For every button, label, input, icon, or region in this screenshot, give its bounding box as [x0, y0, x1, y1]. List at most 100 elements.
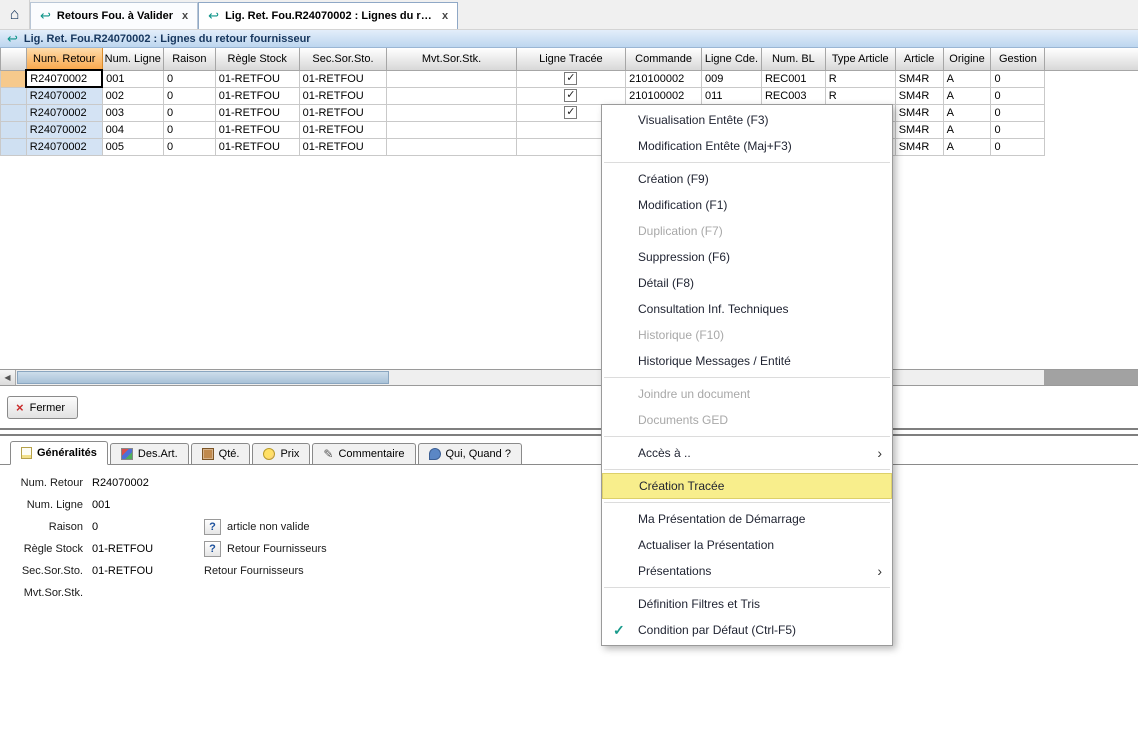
menu-item-historique-messages-entite[interactable]: Historique Messages / Entité: [602, 348, 892, 374]
row-selector[interactable]: [1, 121, 27, 138]
menu-item-historique-f10[interactable]: Historique (F10): [602, 322, 892, 348]
menu-item-actualiser-la-presentation[interactable]: Actualiser la Présentation: [602, 532, 892, 558]
menu-item-presentations[interactable]: Présentations›: [602, 558, 892, 584]
cell[interactable]: 0: [163, 104, 215, 121]
detail-tab-qui-quand[interactable]: Qui, Quand ?: [418, 443, 522, 464]
cell[interactable]: 0: [991, 87, 1045, 104]
column-header-raison[interactable]: Raison: [163, 48, 215, 70]
row-selector[interactable]: [1, 87, 27, 104]
scroll-left-button[interactable]: ◀: [0, 370, 16, 385]
cell[interactable]: 01-RETFOU: [299, 138, 387, 155]
tab-close-icon[interactable]: x: [182, 10, 188, 22]
scrollbar-thumb[interactable]: [17, 371, 389, 384]
cell[interactable]: A: [943, 138, 991, 155]
cell[interactable]: R24070002: [26, 138, 102, 155]
menu-item-consultation-inf-techniques[interactable]: Consultation Inf. Techniques: [602, 296, 892, 322]
cell[interactable]: A: [943, 121, 991, 138]
cell[interactable]: SM4R: [895, 70, 943, 87]
cell[interactable]: SM4R: [895, 104, 943, 121]
detail-tab-qte[interactable]: Qté.: [191, 443, 251, 464]
cell[interactable]: 0: [163, 121, 215, 138]
column-header-type-article[interactable]: Type Article: [825, 48, 895, 70]
panel-splitter[interactable]: [0, 428, 1138, 438]
menu-item-definition-filtres-et-tris[interactable]: Définition Filtres et Tris: [602, 591, 892, 617]
cell[interactable]: 005: [102, 138, 163, 155]
column-header-origine[interactable]: Origine: [943, 48, 991, 70]
cell[interactable]: 210100002: [626, 70, 702, 87]
cell[interactable]: R24070002: [26, 104, 102, 121]
menu-item-acces-a[interactable]: Accès à ..›: [602, 440, 892, 466]
cell[interactable]: [387, 138, 516, 155]
column-header-sec-sor-sto[interactable]: Sec.Sor.Sto.: [299, 48, 387, 70]
menu-item-ma-presentation-de-demarrage[interactable]: Ma Présentation de Démarrage: [602, 506, 892, 532]
tab-lig-ret-fou-r24070002-lignes-du-reto[interactable]: ↩Lig. Ret. Fou.R24070002 : Lignes du ret…: [198, 2, 458, 29]
cell[interactable]: SM4R: [895, 121, 943, 138]
menu-item-modification-entete-maj-f3[interactable]: Modification Entête (Maj+F3): [602, 133, 892, 159]
cell[interactable]: R: [825, 70, 895, 87]
cell-ligne-tracee[interactable]: ✓: [516, 70, 626, 87]
cell-ligne-tracee[interactable]: ✓: [516, 87, 626, 104]
tab-retours-fou-a-valider[interactable]: ↩Retours Fou. à Validerx: [30, 2, 198, 29]
help-button[interactable]: ?: [204, 541, 221, 557]
cell[interactable]: 01-RETFOU: [215, 138, 299, 155]
column-header-mvt-sor-stk[interactable]: Mvt.Sor.Stk.: [387, 48, 516, 70]
column-header-commande[interactable]: Commande: [626, 48, 702, 70]
cell[interactable]: A: [943, 104, 991, 121]
cell[interactable]: 0: [991, 70, 1045, 87]
cell[interactable]: REC001: [761, 70, 825, 87]
tracee-checkbox[interactable]: ✓: [564, 106, 577, 119]
menu-item-suppression-f6[interactable]: Suppression (F6): [602, 244, 892, 270]
menu-item-joindre-un-document[interactable]: Joindre un document: [602, 381, 892, 407]
menu-item-visualisation-entete-f3[interactable]: Visualisation Entête (F3): [602, 107, 892, 133]
tracee-checkbox[interactable]: ✓: [564, 89, 577, 102]
column-header-regle-stock[interactable]: Règle Stock: [215, 48, 299, 70]
cell[interactable]: 01-RETFOU: [215, 87, 299, 104]
cell[interactable]: 01-RETFOU: [215, 121, 299, 138]
cell[interactable]: R24070002: [26, 87, 102, 104]
cell[interactable]: 001: [102, 70, 163, 87]
cell[interactable]: R24070002: [26, 121, 102, 138]
horizontal-scrollbar[interactable]: ◀: [0, 369, 1138, 386]
cell[interactable]: 01-RETFOU: [299, 87, 387, 104]
column-header-gestion[interactable]: Gestion: [991, 48, 1045, 70]
cell[interactable]: SM4R: [895, 138, 943, 155]
cell[interactable]: [387, 104, 516, 121]
column-header-ligne-tracee[interactable]: Ligne Tracée: [516, 48, 626, 70]
cell[interactable]: A: [943, 87, 991, 104]
cell[interactable]: 0: [163, 87, 215, 104]
help-button[interactable]: ?: [204, 519, 221, 535]
menu-item-duplication-f7[interactable]: Duplication (F7): [602, 218, 892, 244]
select-all-corner[interactable]: [1, 48, 27, 70]
cell[interactable]: 0: [163, 70, 215, 87]
cell[interactable]: 01-RETFOU: [299, 121, 387, 138]
column-header-ligne-cde[interactable]: Ligne Cde.: [702, 48, 762, 70]
cell[interactable]: 0: [991, 138, 1045, 155]
cell[interactable]: 011: [702, 87, 762, 104]
cell[interactable]: 0: [991, 104, 1045, 121]
cell[interactable]: 002: [102, 87, 163, 104]
cell[interactable]: 210100002: [626, 87, 702, 104]
cell[interactable]: 003: [102, 104, 163, 121]
detail-tab-prix[interactable]: Prix: [252, 443, 310, 464]
cell[interactable]: 0: [991, 121, 1045, 138]
column-header-num-bl[interactable]: Num. BL: [761, 48, 825, 70]
cell[interactable]: 01-RETFOU: [299, 70, 387, 87]
cell[interactable]: 009: [702, 70, 762, 87]
home-tab[interactable]: ⌂: [0, 0, 30, 29]
cell[interactable]: A: [943, 70, 991, 87]
menu-item-modification-f1[interactable]: Modification (F1): [602, 192, 892, 218]
column-header-num-retour[interactable]: Num. Retour: [26, 48, 102, 70]
cell[interactable]: SM4R: [895, 87, 943, 104]
tracee-checkbox[interactable]: ✓: [564, 72, 577, 85]
cell[interactable]: [387, 121, 516, 138]
fermer-button[interactable]: × Fermer: [7, 396, 78, 419]
cell[interactable]: R: [825, 87, 895, 104]
row-selector[interactable]: [1, 70, 27, 87]
menu-item-documents-ged[interactable]: Documents GED: [602, 407, 892, 433]
menu-item-detail-f8[interactable]: Détail (F8): [602, 270, 892, 296]
column-header-num-ligne[interactable]: Num. Ligne: [102, 48, 163, 70]
cell[interactable]: 01-RETFOU: [299, 104, 387, 121]
detail-tab-commentaire[interactable]: ✎Commentaire: [312, 443, 415, 464]
cell[interactable]: [387, 87, 516, 104]
row-selector[interactable]: [1, 138, 27, 155]
